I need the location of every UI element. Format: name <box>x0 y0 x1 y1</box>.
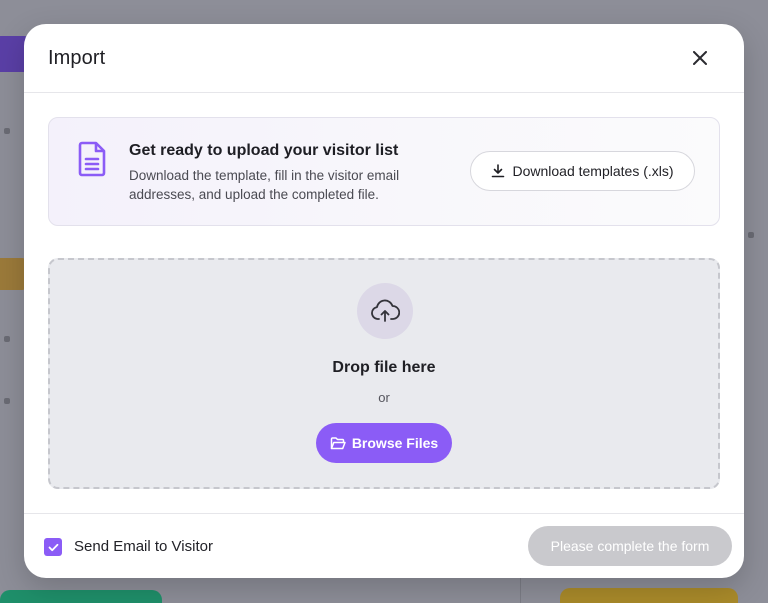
background-divider <box>520 578 521 603</box>
close-button[interactable] <box>688 46 712 70</box>
dropzone-title: Drop file here <box>332 359 436 376</box>
file-dropzone[interactable]: Drop file here or Browse Files <box>48 258 720 489</box>
browse-files-label: Browse Files <box>351 435 439 451</box>
check-icon <box>48 543 58 551</box>
send-email-label[interactable]: Send Email to Visitor <box>74 538 213 555</box>
download-icon <box>492 164 505 178</box>
modal-header: Import <box>24 24 744 93</box>
browse-files-button[interactable]: Browse Files <box>316 423 452 463</box>
folder-open-icon <box>330 436 346 449</box>
background-block <box>0 590 162 603</box>
download-templates-button[interactable]: Download templates (.xls) <box>470 151 695 191</box>
download-templates-label: Download templates (.xls) <box>512 163 674 179</box>
info-title: Get ready to upload your visitor list <box>129 142 399 159</box>
background-block <box>0 258 26 290</box>
modal-footer: Send Email to Visitor Please complete th… <box>24 513 744 578</box>
import-modal: Import Get ready to upload your visitor … <box>24 24 744 578</box>
modal-title: Import <box>48 46 106 69</box>
template-info-card: Get ready to upload your visitor list Do… <box>48 117 720 226</box>
background-mark <box>748 232 754 238</box>
background-mark <box>4 128 10 134</box>
cloud-upload-icon <box>371 299 400 322</box>
upload-icon-badge <box>357 283 413 339</box>
document-icon <box>78 141 106 177</box>
dropzone-or-text: or <box>378 390 390 405</box>
send-email-checkbox[interactable] <box>44 538 62 556</box>
background-block <box>560 588 738 603</box>
submit-button[interactable]: Please complete the form <box>528 526 732 566</box>
background-mark <box>4 336 10 342</box>
close-icon <box>693 51 707 65</box>
info-description: Download the template, fill in the visit… <box>129 168 400 202</box>
background-mark <box>4 398 10 404</box>
